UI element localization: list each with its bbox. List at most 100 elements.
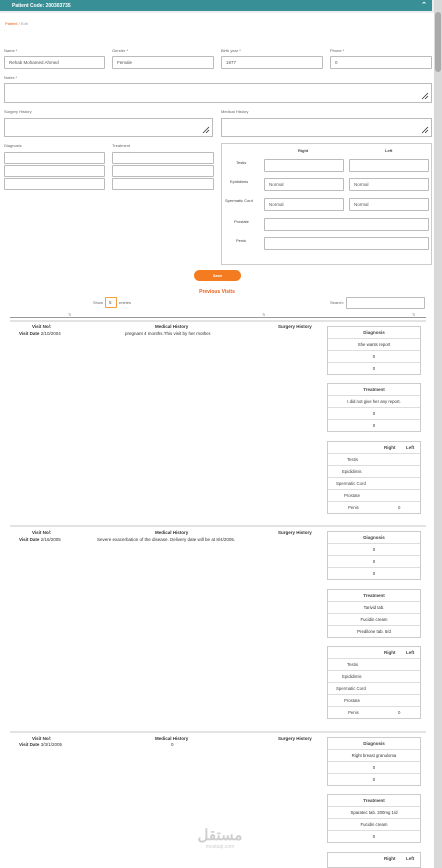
penis-input[interactable] [264, 237, 429, 250]
surgery-history-header: Surgery History [278, 530, 312, 535]
page-scrollbar[interactable] [434, 0, 442, 868]
exam-row-label: Epididimis [230, 179, 249, 184]
notes-textarea[interactable] [4, 83, 432, 103]
entries-label: entries [119, 300, 132, 305]
exam-label: Testis [347, 662, 358, 667]
patient-header[interactable]: Patient Code: 200303735 ⌃ [0, 0, 432, 11]
visit-medical-history: pregnant 4 months.This visit by her moth… [125, 331, 212, 336]
sort-icon[interactable]: ⇅ [68, 312, 71, 317]
treatment-input-1[interactable] [112, 152, 214, 164]
exam-left-header: Left [406, 650, 415, 655]
treatment-input-2[interactable] [112, 165, 214, 177]
search-input[interactable] [346, 297, 425, 309]
treatment-row: I did not give her any report. [328, 395, 420, 407]
resize-grip-icon[interactable] [421, 92, 429, 100]
exam-row-label: Testis [236, 160, 247, 165]
treatment-input-3[interactable] [112, 178, 214, 190]
medical-history-header: Medical History [155, 530, 189, 535]
testis-right-input[interactable] [264, 159, 344, 172]
chevron-up-icon[interactable]: ⌃ [421, 1, 427, 9]
surgery-history-header: Surgery History [278, 736, 312, 741]
previous-visits-title: Previous Visits [199, 289, 235, 295]
surgery-history-label: Surgery History [4, 109, 32, 114]
prostate-input[interactable] [264, 218, 429, 231]
visit-medical-history: 0 [171, 742, 174, 747]
diagnosis-row: She wants report [328, 338, 420, 350]
visit-separator [10, 320, 426, 322]
treatment-row: 0 [328, 830, 420, 842]
diagnosis-row: 0 [328, 773, 420, 785]
exam-label: Penis [348, 505, 359, 510]
spermatic-cord-right-input[interactable]: Normal [264, 198, 344, 211]
diagnosis-input-2[interactable] [4, 165, 105, 177]
gender-select[interactable]: Female [112, 56, 214, 69]
breadcrumb-home-link[interactable]: Patient [5, 21, 17, 26]
diagnosis-input-1[interactable] [4, 152, 105, 164]
diagnosis-label: Diagnosis [4, 143, 22, 148]
medical-history-textarea[interactable] [221, 118, 432, 137]
show-entries-label: Show [93, 300, 103, 305]
name-input[interactable]: Rehab Mohamed Ahmed [4, 56, 105, 69]
visit-diagnosis-box: Diagnosis She wants report 0 0 [327, 326, 421, 375]
diagnosis-row: Right breast granuloma [328, 749, 420, 761]
visit-no-label: Visit No/: [32, 324, 52, 329]
diagnosis-title: Diagnosis [363, 535, 385, 540]
surgery-history-textarea[interactable] [4, 118, 213, 137]
treatment-row: 0 [328, 407, 420, 419]
birth-year-label: Birth year * [221, 48, 241, 53]
exam-left-header: Left [385, 148, 393, 153]
visit-no-label: Visit No/: [32, 736, 52, 741]
testis-left-input[interactable] [349, 159, 429, 172]
visit-date: Visit Date 3/3/1/2005 [19, 742, 62, 747]
epididimis-right-input[interactable]: Normal [264, 178, 344, 191]
notes-label: Notes * [4, 75, 18, 80]
treatment-row: Predilone tab. 5/d [328, 625, 420, 637]
exam-right-header: Right [384, 856, 396, 861]
scrollbar-thumb[interactable] [435, 12, 441, 72]
exam-label: Epididimis [342, 674, 362, 679]
treatment-row: Tarivid tab. [328, 601, 420, 613]
exam-left-value: 0 [398, 710, 401, 715]
treatment-row: 0 [328, 419, 420, 431]
resize-grip-icon[interactable] [202, 126, 210, 134]
visit-date: Visit Date 2/10/2004 [19, 331, 61, 336]
treatment-title: Treatment [363, 387, 385, 392]
diagnosis-input-3[interactable] [4, 178, 105, 190]
sort-icon[interactable]: ⇅ [262, 312, 265, 317]
visit-date-value: 3/3/1/2005 [40, 742, 62, 747]
exam-label: Epididimis [342, 469, 362, 474]
sort-icon[interactable]: ⇅ [412, 312, 415, 317]
diagnosis-row: 0 [328, 362, 420, 374]
visit-date-value: 2/16/2005 [40, 537, 61, 542]
diagnosis-title: Diagnosis [363, 330, 385, 335]
spermatic-cord-left-input[interactable]: Normal [349, 198, 429, 211]
phone-input[interactable]: 0 [330, 56, 432, 69]
treatment-row: Sparatec tab. 200mg 1/d [328, 806, 420, 818]
exam-right-header: Right [298, 148, 309, 153]
birth-year-input[interactable]: 1977 [221, 56, 323, 69]
visit-separator [10, 731, 426, 733]
name-label: Name * [4, 48, 18, 53]
treatment-label: Treatment [112, 143, 131, 148]
visit-date-label: Visit Date [19, 331, 40, 336]
resize-grip-icon[interactable] [421, 126, 429, 134]
visit-diagnosis-box: Diagnosis Right breast granuloma 0 0 [327, 737, 421, 786]
visits-table-header[interactable]: ⇅ ⇅ ⇅ [10, 312, 426, 318]
visit-date: Visit Date 2/16/2005 [19, 537, 61, 542]
save-button[interactable]: Save [194, 270, 241, 281]
exam-row-label: Penis [236, 238, 247, 243]
exam-right-header: Right [384, 445, 396, 450]
exam-row-label: Spermatic Cord [225, 198, 253, 203]
visit-diagnosis-box: Diagnosis 0 0 0 [327, 531, 421, 580]
breadcrumb-current: Edit [20, 21, 28, 26]
epididimis-left-input[interactable]: Normal [349, 178, 429, 191]
diagnosis-row: 0 [328, 350, 420, 362]
exam-label: Prostate [344, 493, 361, 498]
entries-select[interactable]: 5 [105, 297, 117, 308]
exam-row-label: Prostate [234, 219, 249, 224]
exam-right-header: Right [384, 650, 396, 655]
exam-label: Penis [348, 710, 359, 715]
diagnosis-row: 0 [328, 555, 420, 567]
visit-separator [10, 525, 426, 527]
phone-label: Phone * [330, 48, 345, 53]
